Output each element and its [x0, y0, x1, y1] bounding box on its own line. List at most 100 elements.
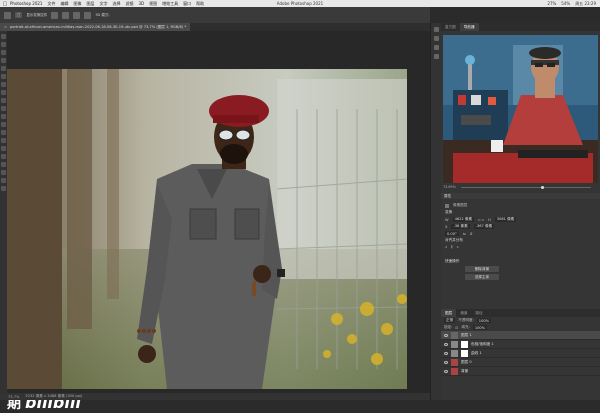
tab-paths[interactable]: 路径	[471, 309, 486, 317]
layer-name[interactable]: 图层 1	[461, 333, 472, 338]
x-field[interactable]: -38 像素	[451, 224, 470, 229]
flip-vertical-icon[interactable]: ⇵	[470, 232, 473, 236]
layer-mask	[461, 340, 468, 348]
show-transform-label[interactable]: 显示变换控件	[26, 13, 47, 18]
slider-knob[interactable]	[541, 186, 544, 189]
more-options-icon[interactable]	[84, 11, 92, 19]
document-info: 5232 像素 x 3488 像素 (300 ppi)	[25, 394, 83, 398]
layer-row[interactable]: 图层 0	[441, 358, 600, 367]
crop-icon[interactable]	[1, 66, 6, 71]
stamp-icon[interactable]	[1, 98, 6, 103]
document-title: portrait-of-african-american-militias-ma…	[10, 24, 187, 29]
adjustment-icon	[451, 340, 458, 348]
history-brush-icon[interactable]	[1, 106, 6, 111]
3d-mode-label: 3D 模式:	[95, 12, 110, 17]
eyedropper-icon[interactable]	[1, 74, 6, 79]
layer-row[interactable]: 背景	[441, 367, 600, 376]
eye-icon[interactable]	[444, 333, 448, 337]
eye-icon[interactable]	[444, 369, 448, 373]
h-field[interactable]: 3081 像素	[494, 217, 517, 222]
layer-row[interactable]: 色相/饱和度 1	[441, 340, 600, 349]
layer-row[interactable]: 曲线 1	[441, 349, 600, 358]
auto-select-checkbox[interactable]: □	[15, 12, 23, 18]
layer-name[interactable]: 曲线 1	[471, 351, 482, 356]
properties-icon[interactable]	[434, 36, 439, 41]
layer-name[interactable]: 图层 0	[461, 360, 472, 365]
select-subject-button[interactable]: 选择主体	[465, 274, 499, 280]
type-icon[interactable]	[1, 154, 6, 159]
w-field[interactable]: 4622 像素	[452, 217, 475, 222]
status-cpu: 27%	[547, 0, 557, 6]
properties-panel: 属性 像素图层 变换 W 4622 像素 ⊂⊃ H 3081 像素 X -38 …	[441, 191, 600, 284]
eye-icon[interactable]	[444, 360, 448, 364]
layer-name[interactable]: 色相/饱和度 1	[471, 342, 494, 347]
zoom-readout[interactable]: 73.7%	[8, 395, 19, 399]
fill-field[interactable]: 100%	[472, 325, 488, 330]
remove-background-button[interactable]: 删除背景	[465, 266, 499, 272]
eraser-icon[interactable]	[1, 114, 6, 119]
move-tool-icon[interactable]	[4, 11, 11, 19]
navigator-zoom-value[interactable]: 73.69%	[443, 185, 456, 189]
layer-thumbnail	[451, 358, 458, 366]
path-select-icon[interactable]	[1, 162, 6, 167]
align-buttons: ⫷ ⫼ ⫸	[445, 245, 596, 249]
blend-mode-select[interactable]: 正常	[444, 318, 456, 323]
tools-panel	[0, 31, 7, 393]
hand-icon[interactable]	[1, 178, 6, 183]
blur-icon[interactable]	[1, 130, 6, 135]
layer-kind-label: 像素图层	[453, 203, 468, 207]
quick-actions-title: 快速操作	[445, 259, 460, 263]
document-tab[interactable]: × portrait-of-african-american-militias-…	[0, 23, 191, 31]
align-left-icon[interactable]	[51, 11, 59, 19]
status-clock: 周五 23:29	[575, 0, 596, 6]
zoom-icon[interactable]	[1, 186, 6, 191]
adjustments-icon[interactable]	[434, 45, 439, 50]
canvas-area[interactable]: 期 bilibili	[7, 31, 430, 412]
history-icon[interactable]	[434, 27, 439, 32]
h-label: H	[488, 217, 491, 222]
fill-label: 填充:	[461, 325, 470, 329]
layer-thumbnail	[451, 331, 458, 339]
tab-histogram[interactable]: 直方图	[441, 23, 460, 31]
brush-icon[interactable]	[1, 90, 6, 95]
opacity-field[interactable]: 100%	[476, 318, 492, 323]
layer-row[interactable]: 图层 1	[441, 331, 600, 340]
swatches-icon[interactable]	[434, 54, 439, 59]
navigator-zoom-slider[interactable]	[461, 186, 591, 189]
marquee-icon[interactable]	[1, 42, 6, 47]
shape-icon[interactable]	[1, 170, 6, 175]
pixel-layer-icon	[445, 203, 449, 208]
gradient-icon[interactable]	[1, 122, 6, 127]
move-icon[interactable]	[1, 34, 6, 39]
lasso-icon[interactable]	[1, 50, 6, 55]
tab-layers[interactable]: 图层	[441, 309, 457, 317]
close-icon[interactable]: ×	[4, 25, 7, 29]
layers-tabs: 图层 通道 路径	[441, 309, 600, 317]
link-icon[interactable]: ⊂⊃	[478, 218, 484, 222]
align-left-icon[interactable]: ⫷	[445, 245, 447, 249]
tab-navigator[interactable]: 导航器	[459, 23, 479, 31]
tab-channels[interactable]: 通道	[456, 309, 471, 317]
adjustment-icon	[451, 349, 458, 357]
eye-icon[interactable]	[444, 342, 448, 346]
healing-icon[interactable]	[1, 82, 6, 87]
pen-icon[interactable]	[1, 146, 6, 151]
align-right-icon[interactable]: ⫸	[457, 245, 459, 249]
portrait-photo	[7, 69, 407, 389]
lock-icon[interactable]: ⊡	[455, 326, 458, 330]
flip-horizontal-icon[interactable]: ⇋	[463, 232, 466, 236]
right-panels: 直方图 导航器 73.69% 属性 像素图层 变换 W 4622 像素 ⊂⊃ H…	[441, 23, 600, 400]
align-center-icon[interactable]	[62, 11, 70, 19]
menu-status: 27% 54% 周五 23:29	[547, 1, 596, 7]
quick-select-icon[interactable]	[1, 58, 6, 63]
angle-field[interactable]: 0.00°	[445, 231, 459, 236]
dodge-icon[interactable]	[1, 138, 6, 143]
align-right-icon[interactable]	[73, 11, 81, 19]
document-image[interactable]	[7, 69, 407, 389]
lock-label: 锁定:	[444, 325, 453, 329]
y-field[interactable]: -367 像素	[473, 224, 495, 229]
status-battery: 54%	[561, 0, 571, 6]
eye-icon[interactable]	[444, 351, 448, 355]
layer-name[interactable]: 背景	[461, 369, 468, 374]
align-center-icon[interactable]: ⫼	[451, 245, 453, 249]
